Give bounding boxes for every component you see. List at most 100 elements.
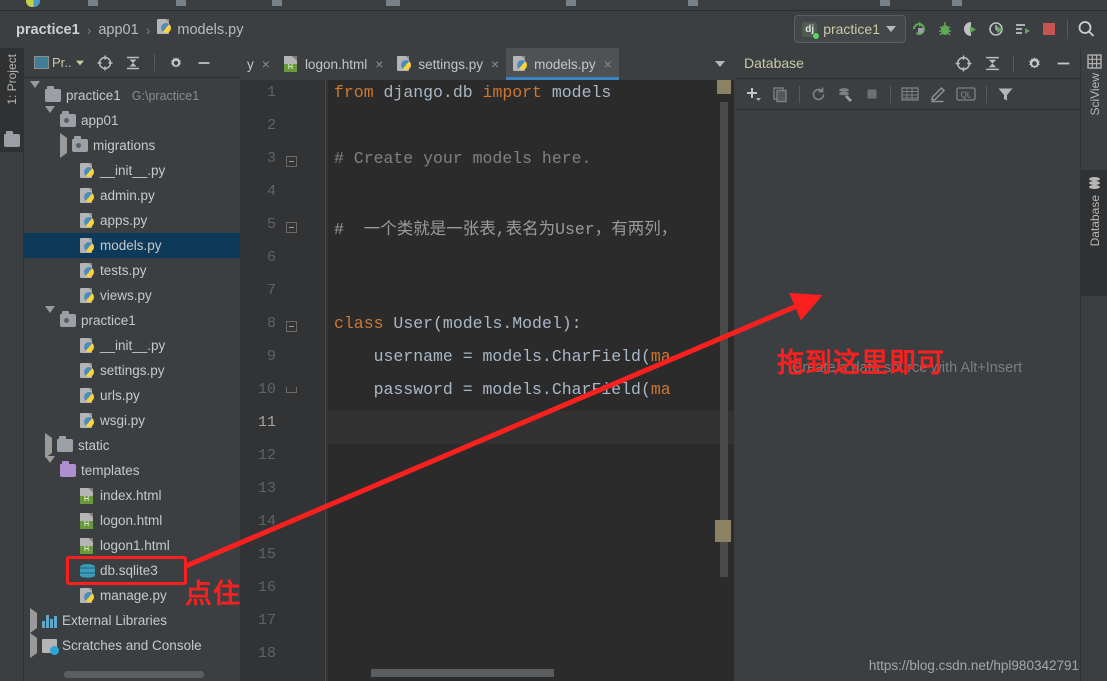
sidebar-item-sciview[interactable]: SciView	[1081, 48, 1107, 170]
chevron-down-icon[interactable]	[75, 60, 84, 65]
plus-icon[interactable]	[744, 85, 762, 103]
menu-item[interactable]	[688, 0, 698, 6]
folder-icon	[57, 436, 73, 452]
editor-tab-y[interactable]: y ×	[240, 48, 277, 80]
filter-icon[interactable]	[997, 86, 1014, 103]
code-fold-marker[interactable]	[286, 321, 297, 332]
chevron-right-icon[interactable]	[60, 133, 67, 158]
tree-item[interactable]: Hlogon1.html	[24, 533, 240, 558]
tree-item[interactable]: Hlogon.html	[24, 508, 240, 533]
run-configuration-selector[interactable]: dj practice1	[794, 15, 906, 43]
code-token: # 一个类就是一张表,表名为User，有两列，	[334, 220, 678, 239]
coverage-button[interactable]	[958, 15, 984, 43]
project-title[interactable]: Pr..	[34, 55, 85, 70]
code-fold-marker[interactable]	[286, 387, 297, 393]
close-icon[interactable]: ×	[604, 56, 612, 72]
gear-icon[interactable]	[1026, 55, 1043, 72]
stop-button[interactable]	[1036, 15, 1062, 43]
tree-item[interactable]: External Libraries	[24, 608, 240, 633]
menu-item[interactable]	[88, 0, 98, 6]
minus-icon[interactable]	[196, 55, 212, 71]
chevron-right-icon[interactable]	[30, 608, 37, 633]
editor-tab-logon-html[interactable]: Hlogon.html ×	[277, 48, 390, 80]
menu-item[interactable]	[952, 0, 962, 6]
menu-item[interactable]	[386, 0, 400, 6]
tree-item-label: manage.py	[100, 588, 167, 603]
tree-item[interactable]: urls.py	[24, 383, 240, 408]
breadcrumb-item-file[interactable]: models.py	[177, 22, 243, 38]
tree-item[interactable]: templates	[24, 456, 240, 483]
menu-item[interactable]	[176, 0, 186, 6]
editor-tab-models-py[interactable]: models.py ×	[506, 48, 619, 80]
minus-icon[interactable]	[1055, 55, 1072, 72]
code-token: # Create your models here.	[334, 149, 592, 168]
html-file-icon: H	[283, 56, 299, 72]
chevron-right-icon[interactable]	[45, 433, 52, 458]
close-icon[interactable]: ×	[262, 56, 270, 72]
menu-item[interactable]	[566, 0, 576, 6]
scrollbar-thumb[interactable]	[371, 669, 554, 677]
search-icon[interactable]	[1073, 15, 1099, 43]
code-line: from django.db import models	[334, 83, 611, 102]
breadcrumb-item-project[interactable]: practice1	[16, 22, 80, 38]
scrollbar-thumb[interactable]	[64, 671, 204, 678]
target-icon[interactable]	[955, 55, 972, 72]
editor-marker-top[interactable]	[717, 80, 731, 94]
chevron-down-icon[interactable]	[45, 456, 55, 478]
tree-item[interactable]: Scratches and Console	[24, 633, 240, 658]
collapse-icon[interactable]	[984, 55, 1001, 72]
code-content[interactable]: from django.db import models # Create you…	[328, 80, 734, 681]
tree-item-label: app01	[81, 113, 119, 128]
close-icon[interactable]: ×	[375, 56, 383, 72]
chevron-down-icon[interactable]	[30, 81, 40, 103]
tree-item[interactable]: tests.py	[24, 258, 240, 283]
tree-item-selected[interactable]: models.py	[24, 233, 240, 258]
tree-item[interactable]: wsgi.py	[24, 408, 240, 433]
tree-item[interactable]: __init__.py	[24, 333, 240, 358]
tree-item[interactable]: settings.py	[24, 358, 240, 383]
editor-marker-mid[interactable]	[715, 520, 731, 542]
menu-item[interactable]	[272, 0, 282, 6]
tree-item[interactable]: practice1 G:\practice1	[24, 81, 240, 108]
tree-item[interactable]: app01	[24, 106, 240, 133]
rerun-button[interactable]	[906, 15, 932, 43]
menu-bar-strip[interactable]	[0, 0, 1107, 11]
line-number: 6	[266, 249, 276, 266]
code-fold-marker[interactable]	[286, 222, 297, 233]
chevron-right-icon[interactable]	[30, 633, 37, 658]
run-list-icon[interactable]	[1010, 15, 1036, 43]
sidebar-item-project[interactable]: 1: Project	[0, 48, 24, 152]
breadcrumb-separator: ›	[86, 21, 92, 38]
code-fold-marker[interactable]	[286, 156, 297, 167]
tree-item[interactable]: apps.py	[24, 208, 240, 233]
tree-item[interactable]: admin.py	[24, 183, 240, 208]
tree-item[interactable]: practice1	[24, 306, 240, 333]
gear-icon[interactable]	[168, 55, 184, 71]
python-file-icon	[80, 412, 95, 429]
editor-vertical-scrollbar[interactable]	[720, 102, 728, 577]
chevron-down-icon[interactable]	[45, 106, 55, 128]
tree-item-label: __init__.py	[100, 338, 166, 353]
tree-item[interactable]: __init__.py	[24, 158, 240, 183]
tree-item[interactable]: static	[24, 433, 240, 458]
close-icon[interactable]: ×	[491, 56, 499, 72]
tree-item[interactable]: migrations	[24, 133, 240, 158]
menu-item[interactable]	[880, 0, 890, 6]
sidebar-item-database[interactable]: Database	[1081, 170, 1107, 296]
database-content[interactable]: Create a data source with Alt+Insert	[734, 111, 1080, 681]
editor-gutter[interactable]: 1 2 3 4 5 6 7 8 9 10 11 12 13 14 15 16 17 18	[240, 80, 328, 681]
debug-button[interactable]	[932, 15, 958, 43]
project-horizontal-scrollbar[interactable]	[24, 667, 240, 681]
breadcrumb-item-app01[interactable]: app01	[98, 22, 138, 38]
collapse-icon[interactable]	[125, 55, 141, 71]
tree-item-label: apps.py	[100, 213, 148, 228]
tree-item[interactable]: Hindex.html	[24, 483, 240, 508]
chevron-down-icon[interactable]	[706, 48, 734, 80]
scratches-icon	[42, 638, 59, 655]
target-icon[interactable]	[97, 55, 113, 71]
tree-item[interactable]: views.py	[24, 283, 240, 308]
profile-button[interactable]	[984, 15, 1010, 43]
editor-horizontal-scrollbar[interactable]	[328, 665, 734, 681]
editor-tab-settings-py[interactable]: settings.py ×	[390, 48, 506, 80]
chevron-down-icon[interactable]	[45, 306, 55, 328]
